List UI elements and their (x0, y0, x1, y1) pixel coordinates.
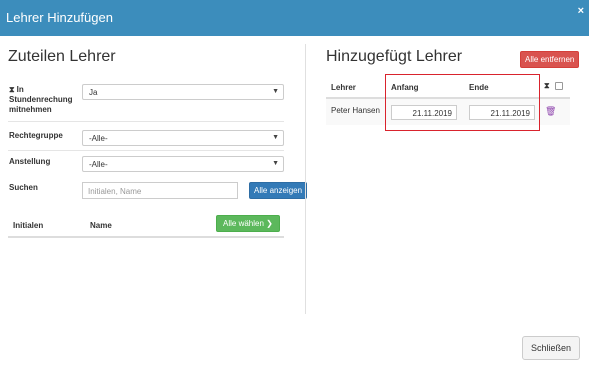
hourglass-icon: ⧗ (544, 81, 550, 90)
caret-down-icon: ▼ (272, 88, 279, 95)
select-all-label: Alle wählen (223, 219, 264, 228)
close-button[interactable]: Schließen (522, 336, 581, 360)
rechtegruppe-select[interactable]: -Alle- ▼ (82, 130, 284, 146)
added-teachers-heading: Hinzugefügt Lehrer (326, 48, 463, 65)
suchen-label: Suchen (9, 183, 38, 192)
assign-teachers-heading: Zuteilen Lehrer (8, 48, 116, 65)
dialog-title: Lehrer Hinzufügen (6, 10, 113, 25)
highlight-box (385, 74, 540, 131)
in-stundenrechnung-select[interactable]: Ja ▼ (82, 84, 284, 100)
select-all-button[interactable]: Alle wählen ❯ (216, 215, 280, 232)
select-all-checkbox[interactable] (555, 82, 563, 90)
search-input[interactable]: Initialen, Name (82, 182, 238, 199)
chevron-right-icon: ❯ (266, 219, 273, 228)
dialog-titlebar: Lehrer Hinzufügen × (0, 0, 589, 36)
divider (8, 150, 284, 151)
caret-down-icon: ▼ (272, 160, 279, 167)
column-header-lehrer: Lehrer (331, 83, 356, 92)
anstellung-label: Anstellung (9, 157, 51, 166)
close-icon[interactable]: × (578, 5, 584, 17)
teacher-name: Peter Hansen (331, 106, 380, 115)
show-all-button[interactable]: Alle anzeigen (249, 182, 308, 199)
divider (8, 121, 284, 122)
column-header-name: Name (90, 221, 112, 230)
caret-down-icon: ▼ (272, 134, 279, 141)
column-header-initialen: Initialen (13, 221, 44, 230)
hourglass-icon: ⧗ (9, 85, 15, 94)
rechtegruppe-label: Rechtegruppe (9, 131, 63, 140)
panel-divider (305, 44, 306, 314)
remove-all-button[interactable]: Alle entfernen (520, 51, 580, 68)
in-stundenrechnung-label: ⧗ In Stundenrechung mitnehmen (9, 85, 73, 114)
table-divider (8, 236, 284, 238)
anstellung-select[interactable]: -Alle- ▼ (82, 156, 284, 172)
trash-icon[interactable]: 🗑 (545, 106, 556, 117)
